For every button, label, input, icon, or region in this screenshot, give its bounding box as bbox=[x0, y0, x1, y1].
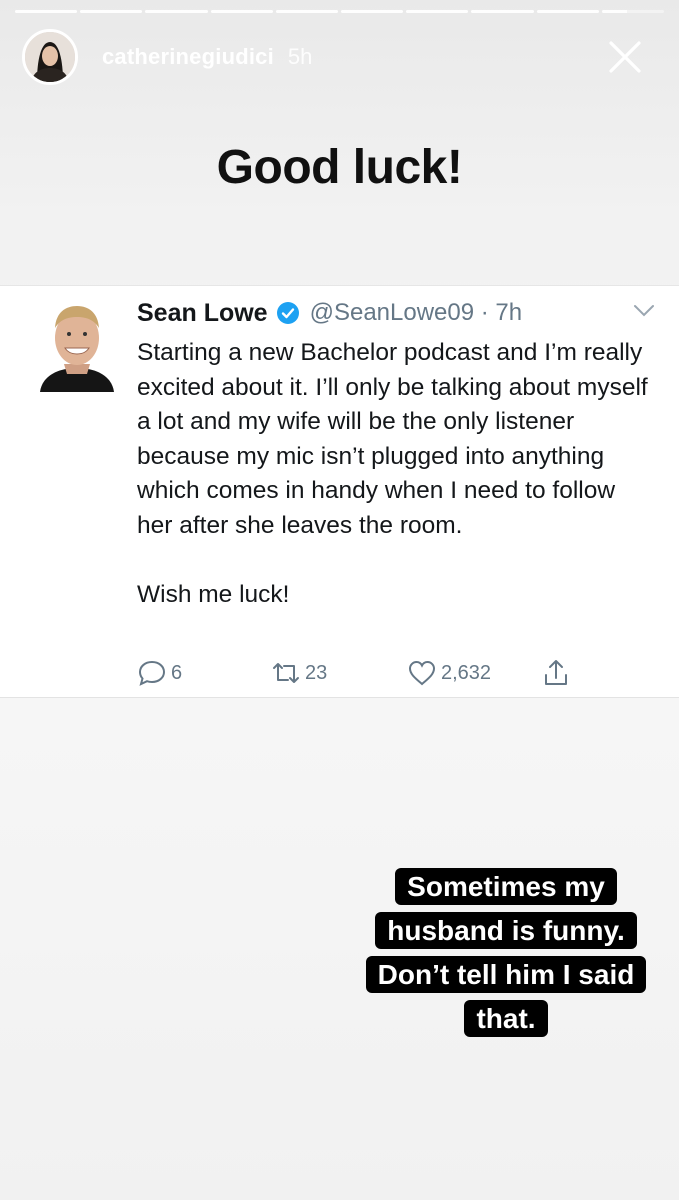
reply-count: 6 bbox=[171, 661, 183, 684]
progress-segment-current bbox=[601, 10, 665, 13]
share-button[interactable] bbox=[541, 658, 571, 688]
like-count: 2,632 bbox=[441, 661, 492, 684]
avatar[interactable] bbox=[22, 29, 78, 85]
story-title-text: Good luck! bbox=[216, 141, 463, 194]
like-button[interactable]: 2,632 bbox=[407, 658, 491, 688]
retweet-count: 23 bbox=[305, 661, 328, 684]
chevron-down-icon[interactable] bbox=[633, 304, 655, 318]
progress-segment bbox=[15, 10, 78, 13]
reply-button[interactable]: 6 bbox=[137, 658, 182, 688]
share-icon bbox=[545, 660, 567, 685]
story-caption: Sometimes my husband is funny. Don’t tel… bbox=[345, 865, 667, 1041]
verified-badge-icon bbox=[276, 302, 299, 324]
progress-segment bbox=[471, 10, 534, 13]
tweet-author-name[interactable]: Sean Lowe bbox=[137, 299, 268, 328]
story-progress-bar bbox=[15, 10, 665, 13]
story-header: catherinegiudici 5h bbox=[22, 27, 661, 87]
progress-segment bbox=[210, 10, 273, 13]
retweet-icon bbox=[273, 663, 299, 683]
tweet-text: Starting a new Bachelor podcast and I’m … bbox=[137, 339, 648, 539]
tweet-handle-time[interactable]: @SeanLowe09 · 7h bbox=[310, 299, 523, 327]
story-time: 5h bbox=[287, 44, 313, 69]
caption-text: Sometimes my husband is funny. Don’t tel… bbox=[365, 868, 647, 1037]
close-icon[interactable] bbox=[607, 39, 643, 75]
like-icon bbox=[408, 660, 436, 686]
progress-segment bbox=[145, 10, 208, 13]
progress-segment bbox=[80, 10, 143, 13]
tweet-author-avatar bbox=[40, 306, 114, 392]
tweet-author-row: Sean Lowe @SeanLowe09 · 7h bbox=[137, 296, 522, 330]
progress-segment bbox=[536, 10, 599, 13]
retweet-button[interactable]: 23 bbox=[271, 658, 327, 688]
progress-segment bbox=[341, 10, 404, 13]
tweet-card[interactable]: Sean Lowe @SeanLowe09 · 7h Starting a ne… bbox=[0, 285, 679, 698]
reply-icon bbox=[138, 660, 166, 686]
story-username[interactable]: catherinegiudici bbox=[102, 44, 274, 70]
tweet-signoff: Wish me luck! bbox=[137, 580, 290, 608]
tweet-actions: 6 23 2,632 bbox=[137, 658, 597, 692]
progress-segment bbox=[406, 10, 469, 13]
progress-segment bbox=[275, 10, 339, 13]
tweet-body: Starting a new Bachelor podcast and I’m … bbox=[137, 336, 657, 612]
story-view: catherinegiudici 5h Good luck! Sean Lowe… bbox=[0, 0, 679, 1200]
